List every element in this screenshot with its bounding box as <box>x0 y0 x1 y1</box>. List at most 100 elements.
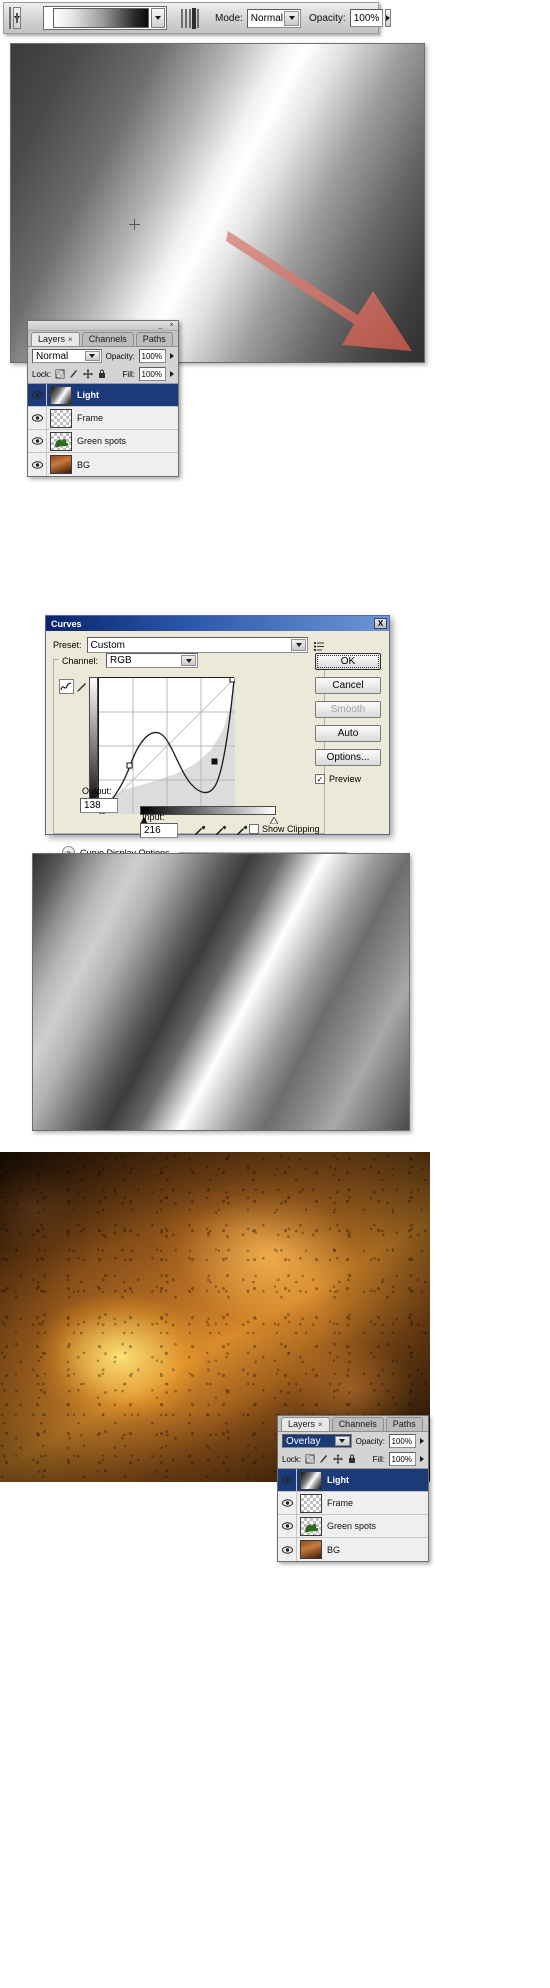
layer-row-bg[interactable]: BG <box>28 453 178 476</box>
layer-thumbnail[interactable] <box>50 385 72 405</box>
panel-titlebar[interactable]: _ × <box>28 321 178 331</box>
channel-select[interactable]: RGB <box>106 653 199 668</box>
document-canvas-after-curves[interactable] <box>32 853 410 1131</box>
layer-visibility-toggle[interactable] <box>279 1492 297 1514</box>
input-input[interactable]: 216 <box>140 823 178 838</box>
set-white-point-eyedropper-icon[interactable] <box>236 824 248 836</box>
preview-checkbox-row[interactable]: ✓ Preview <box>315 774 381 784</box>
chevron-down-icon[interactable] <box>334 1436 350 1446</box>
layer-row-green-spots[interactable]: Green spots <box>28 430 178 453</box>
lock-label: Lock: <box>32 369 52 379</box>
reflected-gradient-button[interactable] <box>192 7 196 29</box>
gradient-picker-dropdown-button[interactable] <box>151 8 165 28</box>
preview-checkbox[interactable]: ✓ <box>315 774 325 784</box>
blend-mode-select[interactable]: Normal <box>246 8 302 28</box>
layer-visibility-toggle[interactable] <box>279 1469 297 1491</box>
ok-button[interactable]: OK <box>315 653 381 670</box>
tab-label: Paths <box>142 334 166 344</box>
layer-thumbnail[interactable] <box>50 431 72 451</box>
tab-channels[interactable]: Channels <box>331 1417 384 1431</box>
preset-select[interactable]: Custom <box>86 637 308 653</box>
layer-fill-input[interactable]: 100% <box>389 1452 416 1466</box>
lock-transparent-pixels-icon[interactable] <box>305 1454 315 1464</box>
layer-thumbnail[interactable] <box>300 1470 322 1490</box>
layer-row-frame[interactable]: Frame <box>278 1492 428 1515</box>
draw-pencil-curve-tool[interactable] <box>75 679 89 694</box>
layer-visibility-toggle[interactable] <box>279 1515 297 1537</box>
output-input[interactable]: 138 <box>80 798 118 813</box>
dialog-titlebar[interactable]: Curves X <box>46 616 389 631</box>
white-point-slider[interactable] <box>270 817 278 824</box>
layer-opacity-input[interactable]: 100% <box>389 1434 416 1448</box>
chevron-down-icon[interactable] <box>181 655 197 666</box>
opacity-input[interactable]: 100% <box>349 9 384 27</box>
set-black-point-eyedropper-icon[interactable] <box>194 824 206 836</box>
gradient-preview-picker[interactable] <box>43 6 167 30</box>
chevron-down-icon[interactable] <box>84 351 100 361</box>
close-icon[interactable]: × <box>68 335 73 344</box>
document-canvas-gradient-drag[interactable] <box>10 43 425 363</box>
minimize-icon[interactable]: _ <box>157 322 164 329</box>
tab-channels[interactable]: Channels <box>81 332 134 346</box>
layer-opacity-input[interactable]: 100% <box>139 349 166 363</box>
layer-row-frame[interactable]: Frame <box>28 407 178 430</box>
radial-gradient-button[interactable] <box>185 8 187 28</box>
lock-all-icon[interactable] <box>347 1454 357 1464</box>
close-icon[interactable]: × <box>168 322 175 329</box>
curves-dialog: Curves X Preset: Custom Channel: RGB Out… <box>45 615 390 859</box>
chevron-right-icon[interactable] <box>420 1438 424 1444</box>
auto-button[interactable]: Auto <box>315 725 381 742</box>
layer-thumbnail[interactable] <box>300 1516 322 1536</box>
layer-fill-input[interactable]: 100% <box>139 367 166 381</box>
lock-transparent-pixels-icon[interactable] <box>55 369 65 379</box>
layer-thumbnail[interactable] <box>300 1493 322 1513</box>
layer-visibility-toggle[interactable] <box>29 407 47 429</box>
lock-position-icon[interactable] <box>333 1454 344 1464</box>
panel-tabs: Layers × Channels Paths <box>278 1416 428 1432</box>
tab-paths[interactable]: Paths <box>385 1417 423 1431</box>
layer-name: Green spots <box>327 1521 377 1531</box>
tab-layers[interactable]: Layers × <box>31 332 80 346</box>
set-gray-point-eyedropper-icon[interactable] <box>215 824 227 836</box>
layer-thumbnail[interactable] <box>300 1540 322 1559</box>
layer-visibility-toggle[interactable] <box>29 453 47 476</box>
cancel-button[interactable]: Cancel <box>315 677 381 694</box>
tab-layers[interactable]: Layers × <box>281 1417 330 1431</box>
layer-thumbnail[interactable] <box>50 408 72 428</box>
diamond-gradient-button[interactable] <box>197 8 199 28</box>
lock-image-pixels-icon[interactable] <box>69 369 79 379</box>
show-clipping-checkbox-row[interactable]: Show Clipping <box>249 824 320 834</box>
close-icon[interactable]: × <box>318 1420 323 1429</box>
edit-points-curve-tool[interactable] <box>59 679 74 694</box>
show-clipping-checkbox[interactable] <box>249 824 259 834</box>
chevron-right-icon[interactable] <box>170 353 174 359</box>
lock-image-pixels-icon[interactable] <box>319 1454 329 1464</box>
chevron-right-icon[interactable] <box>170 371 174 377</box>
angle-gradient-button[interactable] <box>189 8 191 28</box>
linear-gradient-button[interactable] <box>181 8 183 28</box>
layer-row-light[interactable]: Light <box>278 1469 428 1492</box>
chevron-down-icon[interactable] <box>291 639 306 651</box>
layer-row-bg[interactable]: BG <box>278 1538 428 1561</box>
curve-grid[interactable] <box>98 677 235 814</box>
chevron-down-icon[interactable] <box>284 10 300 26</box>
layer-visibility-toggle[interactable] <box>279 1538 297 1561</box>
layer-blend-mode-select[interactable]: Normal <box>32 349 102 363</box>
gradient-tool-preset-swatch[interactable] <box>9 7 18 29</box>
opacity-slider-button[interactable] <box>385 9 392 27</box>
chevron-right-icon[interactable] <box>420 1456 424 1462</box>
layer-blend-mode-select[interactable]: Overlay <box>282 1434 352 1448</box>
layer-row-green-spots[interactable]: Green spots <box>278 1515 428 1538</box>
layer-visibility-toggle[interactable] <box>29 430 47 452</box>
lock-all-icon[interactable] <box>97 369 107 379</box>
close-icon[interactable]: X <box>374 618 387 629</box>
layer-visibility-toggle[interactable] <box>29 384 47 406</box>
tab-paths[interactable]: Paths <box>135 332 173 346</box>
lock-position-icon[interactable] <box>83 369 94 379</box>
options-button[interactable]: Options... <box>315 749 381 766</box>
preset-options-menu-icon[interactable] <box>313 639 325 651</box>
gradient-preview-swatch <box>53 8 149 28</box>
layer-thumbnail[interactable] <box>50 455 72 474</box>
layer-fill-value: 100% <box>391 1454 412 1464</box>
layer-row-light[interactable]: Light <box>28 384 178 407</box>
